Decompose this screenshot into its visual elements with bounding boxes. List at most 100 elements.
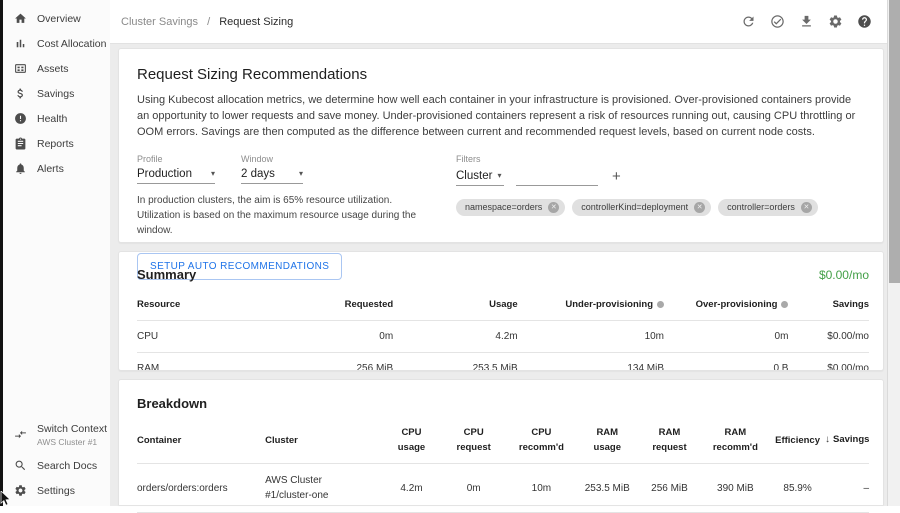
sidebar-item-reports[interactable]: Reports bbox=[3, 131, 110, 156]
filter-chip[interactable]: namespace=orders ✕ bbox=[456, 199, 565, 216]
home-icon bbox=[14, 12, 27, 25]
arrow-down-icon: ↓ bbox=[825, 434, 830, 445]
breakdown-title: Breakdown bbox=[137, 396, 207, 411]
scrollbar-track[interactable] bbox=[887, 0, 900, 506]
summary-col-requested: Requested bbox=[247, 290, 393, 321]
check-circle-icon[interactable] bbox=[769, 14, 785, 30]
cell-over-provisioning: 0 B bbox=[664, 353, 788, 372]
breakdown-col-container: Container bbox=[137, 417, 265, 464]
sidebar-item-savings[interactable]: Savings bbox=[3, 81, 110, 106]
profile-label: Profile bbox=[137, 154, 215, 164]
sidebar-item-label: Switch Context bbox=[37, 423, 107, 435]
scrollbar-thumb[interactable] bbox=[889, 0, 900, 283]
filter-chip[interactable]: controllerKind=deployment ✕ bbox=[572, 199, 711, 216]
bar-chart-icon bbox=[14, 37, 27, 50]
info-icon[interactable] bbox=[657, 301, 664, 308]
close-icon[interactable]: ✕ bbox=[801, 202, 812, 213]
profile-select-value: Production bbox=[137, 168, 192, 180]
breadcrumb-parent-link[interactable]: Cluster Savings bbox=[121, 16, 198, 28]
dollar-icon bbox=[14, 87, 27, 100]
download-icon[interactable] bbox=[798, 14, 814, 30]
sidebar-item-switch-context[interactable]: Switch Context AWS Cluster #1 bbox=[3, 416, 110, 453]
filter-value-input[interactable] bbox=[516, 169, 598, 186]
add-filter-button[interactable]: + bbox=[610, 169, 623, 186]
cell-over-provisioning: 0m bbox=[664, 321, 788, 353]
sidebar-item-label: Alerts bbox=[37, 163, 64, 175]
breakdown-col-savings-sort[interactable]: ↓Savings bbox=[825, 417, 869, 464]
sidebar-item-search-docs[interactable]: Search Docs bbox=[3, 453, 110, 478]
sidebar-item-label: Overview bbox=[37, 13, 81, 25]
breakdown-col-efficiency: Efficiency bbox=[770, 417, 825, 464]
summary-col-savings: Savings bbox=[788, 290, 869, 321]
cell-usage: 4.2m bbox=[393, 321, 517, 353]
page-title: Request Sizing Recommendations bbox=[137, 66, 865, 83]
filter-chip-label: controller=orders bbox=[727, 202, 795, 212]
cell-resource: CPU bbox=[137, 321, 247, 353]
main-area: Cluster Savings / Request Sizing Request… bbox=[110, 0, 900, 506]
gear-icon bbox=[14, 484, 27, 497]
assets-grid-icon bbox=[14, 62, 27, 75]
summary-col-over-provisioning: Over-provisioning bbox=[664, 290, 788, 321]
sidebar-item-health[interactable]: Health bbox=[3, 106, 110, 131]
breakdown-card: Breakdown Container Cluster CPUusage CPU… bbox=[118, 379, 884, 505]
breadcrumb-current: Request Sizing bbox=[219, 16, 293, 28]
current-context-label: AWS Cluster #1 bbox=[37, 437, 107, 447]
filter-chip-label: controllerKind=deployment bbox=[581, 202, 688, 212]
chevron-down-icon: ▾ bbox=[299, 169, 303, 178]
cell-requested: 0m bbox=[247, 321, 393, 353]
sidebar-item-label: Search Docs bbox=[37, 460, 97, 472]
top-bar: Cluster Savings / Request Sizing bbox=[110, 0, 900, 44]
search-icon bbox=[14, 459, 27, 472]
refresh-icon[interactable] bbox=[740, 14, 756, 30]
filters-label: Filters bbox=[456, 154, 865, 164]
sidebar-item-label: Reports bbox=[37, 138, 74, 150]
cell-usage: 253.5 MiB bbox=[393, 353, 517, 372]
gear-icon[interactable] bbox=[827, 14, 843, 30]
profile-note: In production clusters, the aim is 65% r… bbox=[137, 193, 437, 238]
cell-resource: RAM bbox=[137, 353, 247, 372]
window-left-edge bbox=[0, 0, 3, 506]
breakdown-col-ram-usage: RAMusage bbox=[576, 417, 638, 464]
window-label: Window bbox=[241, 154, 303, 164]
window-select[interactable]: 2 days ▾ bbox=[241, 168, 303, 184]
page-description: Using Kubecost allocation metrics, we de… bbox=[137, 93, 862, 141]
sidebar-item-cost-allocation[interactable]: Cost Allocation bbox=[3, 31, 110, 56]
sidebar-item-label: Savings bbox=[37, 88, 74, 100]
filter-chips: namespace=orders ✕ controllerKind=deploy… bbox=[456, 199, 865, 216]
sidebar: Overview Cost Allocation Assets Savings … bbox=[3, 0, 110, 506]
sidebar-item-assets[interactable]: Assets bbox=[3, 56, 110, 81]
summary-col-resource: Resource bbox=[137, 290, 247, 321]
profile-field: Profile Production ▾ bbox=[137, 154, 215, 184]
breadcrumb: Cluster Savings / Request Sizing bbox=[121, 16, 293, 28]
filter-chip[interactable]: controller=orders ✕ bbox=[718, 199, 818, 216]
help-icon[interactable] bbox=[856, 14, 872, 30]
bell-icon bbox=[14, 162, 27, 175]
close-icon[interactable]: ✕ bbox=[694, 202, 705, 213]
window-field: Window 2 days ▾ bbox=[241, 154, 303, 184]
sidebar-item-settings[interactable]: Settings bbox=[3, 478, 110, 503]
info-icon[interactable] bbox=[781, 301, 788, 308]
summary-col-usage: Usage bbox=[393, 290, 517, 321]
health-alert-icon bbox=[14, 112, 27, 125]
sidebar-item-overview[interactable]: Overview bbox=[3, 6, 110, 31]
request-sizing-card: Request Sizing Recommendations Using Kub… bbox=[118, 48, 884, 243]
cell-savings: $0.00/mo bbox=[788, 321, 869, 353]
filter-type-value: Cluster bbox=[456, 170, 492, 182]
breakdown-table: Container Cluster CPUusage CPUrequest CP… bbox=[137, 417, 869, 513]
summary-table: Resource Requested Usage Under-provision… bbox=[137, 290, 869, 371]
sidebar-item-label: Assets bbox=[37, 63, 69, 75]
profile-select[interactable]: Production ▾ bbox=[137, 168, 215, 184]
filter-chip-label: namespace=orders bbox=[465, 202, 542, 212]
sidebar-item-alerts[interactable]: Alerts bbox=[3, 156, 110, 181]
breakdown-col-ram-request: RAMrequest bbox=[638, 417, 700, 464]
filter-type-select[interactable]: Cluster ▾ bbox=[456, 170, 504, 186]
table-row: RAM 256 MiB 253.5 MiB 134 MiB 0 B $0.00/… bbox=[137, 353, 869, 372]
window-select-value: 2 days bbox=[241, 168, 275, 180]
breakdown-col-ram-recommended: RAMrecomm'd bbox=[701, 417, 771, 464]
swap-arrows-icon bbox=[14, 428, 27, 441]
sidebar-item-label: Health bbox=[37, 113, 67, 125]
chevron-down-icon: ▾ bbox=[497, 171, 501, 180]
filters-section: Filters Cluster ▾ + namespace=orders ✕ bbox=[456, 154, 865, 280]
breakdown-col-cpu-request: CPUrequest bbox=[441, 417, 507, 464]
close-icon[interactable]: ✕ bbox=[548, 202, 559, 213]
